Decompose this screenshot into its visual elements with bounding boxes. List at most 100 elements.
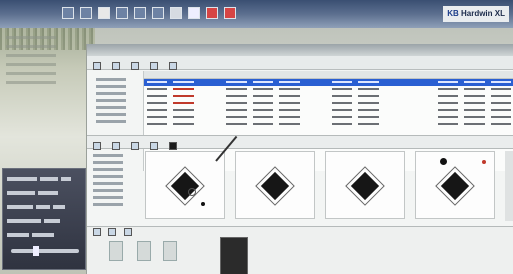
image-list-item[interactable] <box>93 161 123 164</box>
image-list-item[interactable] <box>93 175 123 178</box>
column-header[interactable] <box>461 71 487 78</box>
table-row[interactable] <box>144 100 513 107</box>
tree-item[interactable] <box>96 113 126 116</box>
table-cell <box>173 88 194 90</box>
table-cell <box>147 88 168 90</box>
table-cell <box>411 109 431 111</box>
toolbar-button-5[interactable] <box>169 61 179 72</box>
column-header[interactable] <box>223 71 249 78</box>
table-cell <box>226 81 247 83</box>
tree-item[interactable] <box>96 78 126 81</box>
main-window <box>86 44 513 274</box>
image-list-item[interactable] <box>93 182 123 185</box>
image-list-item[interactable] <box>93 196 123 199</box>
column-header[interactable] <box>382 71 408 78</box>
bottom-tool-1[interactable] <box>93 228 103 238</box>
table-cell <box>226 123 247 125</box>
table-row[interactable] <box>144 114 513 121</box>
slider[interactable] <box>11 246 79 256</box>
column-header[interactable] <box>355 71 381 78</box>
table-cell <box>332 123 353 125</box>
table-cell <box>306 123 326 125</box>
control-row[interactable] <box>7 231 81 239</box>
control-row[interactable] <box>7 217 81 225</box>
image-tool-4[interactable] <box>150 141 160 152</box>
tree-item[interactable] <box>96 120 126 123</box>
table-cell <box>306 109 326 111</box>
taskbar-icon-9[interactable] <box>206 7 218 19</box>
toolbar-button-1[interactable] <box>93 61 103 72</box>
vertical-scrollbar[interactable] <box>505 151 513 221</box>
table-cell <box>279 95 300 97</box>
table-cell <box>385 95 405 97</box>
tree-item[interactable] <box>96 106 126 109</box>
table-cell <box>279 81 300 83</box>
toolbar-button-3[interactable] <box>131 61 141 72</box>
table-cell <box>252 123 274 125</box>
column-header[interactable] <box>144 71 170 78</box>
table-cell <box>332 81 353 83</box>
tree-item[interactable] <box>96 92 126 95</box>
column-header[interactable] <box>197 71 223 78</box>
image-list-item[interactable] <box>93 154 123 157</box>
taskbar-icon-1[interactable] <box>62 7 74 19</box>
taskbar-icon-3[interactable] <box>98 7 110 19</box>
taskbar-icon-2[interactable] <box>80 7 92 19</box>
panel-line <box>6 36 56 39</box>
taskbar-icon-5[interactable] <box>134 7 146 19</box>
bottom-panel <box>87 226 513 274</box>
spot-image-3[interactable] <box>325 151 405 219</box>
table-cell <box>437 116 459 118</box>
slider-handle[interactable] <box>33 246 39 256</box>
table-row[interactable] <box>144 107 513 114</box>
table-row[interactable] <box>144 121 513 128</box>
spot-image-2[interactable] <box>235 151 315 219</box>
column-header[interactable] <box>276 71 302 78</box>
bottom-control-2[interactable] <box>137 241 151 261</box>
image-tool-5[interactable] <box>169 141 179 152</box>
toolbar-button-4[interactable] <box>150 61 160 72</box>
table-cell <box>173 81 194 83</box>
taskbar-icon-4[interactable] <box>116 7 128 19</box>
table-cell <box>358 102 379 104</box>
table-cell <box>147 109 168 111</box>
table-cell <box>332 109 353 111</box>
spot-dot <box>440 158 447 165</box>
taskbar-icon-10[interactable] <box>224 7 236 19</box>
bottom-tool-2[interactable] <box>108 228 118 238</box>
table-cell <box>279 109 300 111</box>
column-header[interactable] <box>250 71 276 78</box>
column-header[interactable] <box>408 71 434 78</box>
column-header[interactable] <box>435 71 461 78</box>
control-row[interactable] <box>7 175 81 183</box>
taskbar-icon-6[interactable] <box>152 7 164 19</box>
tree-item[interactable] <box>96 85 126 88</box>
column-header[interactable] <box>170 71 196 78</box>
tree-item[interactable] <box>96 99 126 102</box>
table-cell <box>437 95 459 97</box>
image-list-item[interactable] <box>93 168 123 171</box>
column-header[interactable] <box>488 71 513 78</box>
table-cell <box>226 109 247 111</box>
taskbar-icon-7[interactable] <box>170 7 182 19</box>
taskbar-icon-8[interactable] <box>188 7 200 19</box>
table-cell <box>173 109 194 111</box>
control-row[interactable] <box>7 203 81 211</box>
table-row[interactable] <box>144 79 513 86</box>
column-header[interactable] <box>303 71 329 78</box>
spot-image-1[interactable] <box>145 135 238 219</box>
bottom-tool-3[interactable] <box>123 228 134 238</box>
bottom-control-1[interactable] <box>109 241 123 261</box>
spot-image-4[interactable] <box>415 151 495 219</box>
toolbar-button-2[interactable] <box>112 61 122 72</box>
top-toolbar <box>87 56 513 70</box>
bottom-control-3[interactable] <box>163 241 177 261</box>
table-cell <box>385 88 405 90</box>
table-row[interactable] <box>144 86 513 93</box>
image-list-item[interactable] <box>93 189 123 192</box>
table-row[interactable] <box>144 93 513 100</box>
control-row[interactable] <box>7 189 81 197</box>
image-list-item[interactable] <box>93 203 123 206</box>
column-header[interactable] <box>329 71 355 78</box>
table-cell <box>252 102 274 104</box>
